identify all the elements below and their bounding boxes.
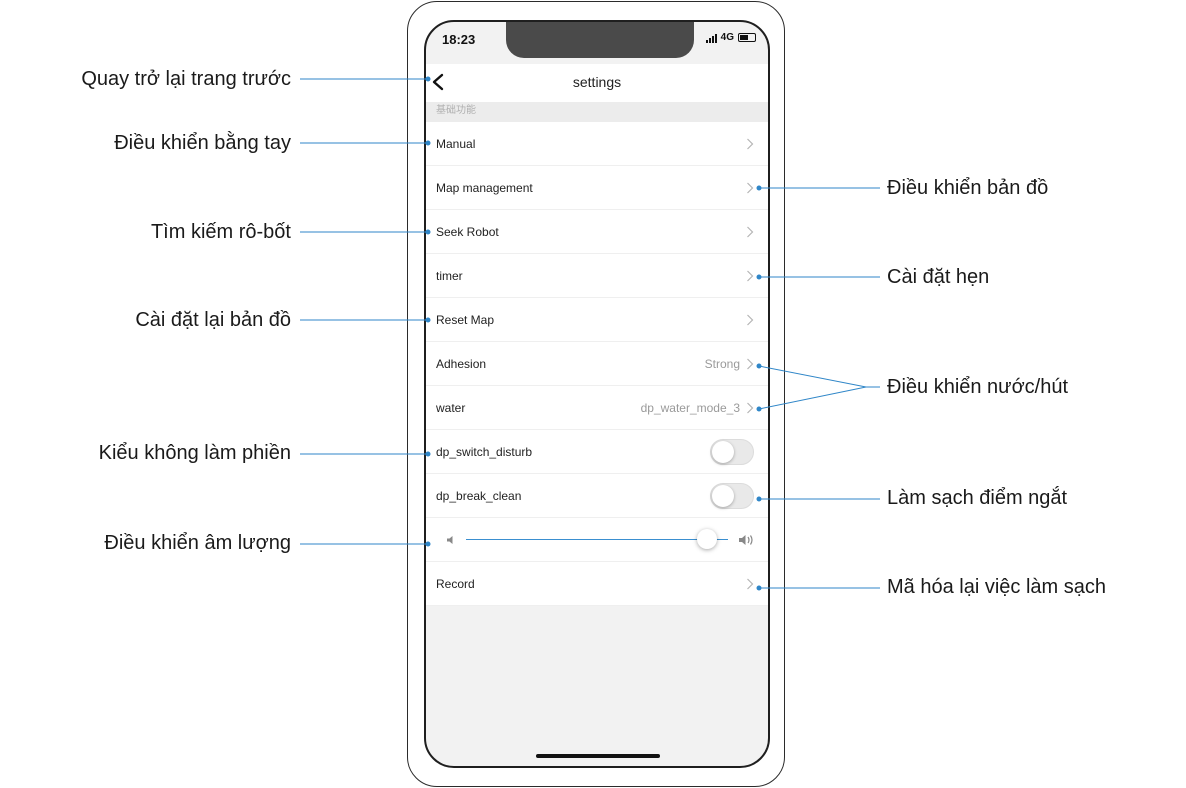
settings-row-manual[interactable]: Manual [426, 122, 768, 166]
settings-row-water[interactable]: water dp_water_mode_3 [426, 386, 768, 430]
annotation-manual: Điều khiển bằng tay [114, 132, 291, 154]
volume-slider-row[interactable] [426, 518, 768, 562]
chevron-right-icon [747, 270, 754, 281]
settings-row-timer[interactable]: timer [426, 254, 768, 298]
chevron-right-icon [747, 578, 754, 589]
chevron-right-icon [747, 358, 754, 369]
home-indicator[interactable] [536, 754, 660, 758]
row-label: water [436, 400, 466, 415]
annotation-break-clean: Làm sạch điểm ngắt [887, 487, 1068, 509]
settings-row-adhesion[interactable]: Adhesion Strong [426, 342, 768, 386]
settings-row-map-management[interactable]: Map management [426, 166, 768, 210]
page-title: settings [572, 74, 622, 90]
annotation-record: Mã hóa lại việc làm sạch [887, 576, 1106, 598]
chevron-right-icon [747, 182, 754, 193]
annotation-timer: Cài đặt hẹn [887, 266, 990, 288]
row-label: Seek Robot [436, 224, 499, 239]
settings-row-dp-break-clean[interactable]: dp_break_clean [426, 474, 768, 518]
annotation-volume: Điều khiển âm lượng [104, 532, 291, 554]
annotation-water-suction: Điều khiển nước/hút [887, 376, 1069, 398]
network-label: 4G [720, 32, 734, 43]
row-label: Map management [436, 180, 533, 195]
annotation-back: Quay trở lại trang trước [81, 68, 291, 90]
row-label: dp_break_clean [436, 488, 522, 503]
settings-row-dp-switch-disturb[interactable]: dp_switch_disturb [426, 430, 768, 474]
volume-slider-track[interactable] [466, 529, 728, 549]
chevron-right-icon [747, 402, 754, 413]
settings-row-record[interactable]: Record [426, 562, 768, 606]
volume-high-icon [739, 534, 753, 545]
toggle-switch[interactable] [710, 438, 754, 465]
settings-row-reset-map[interactable]: Reset Map [426, 298, 768, 342]
toggle-switch[interactable] [710, 482, 754, 509]
status-time: 18:23 [442, 32, 476, 47]
signal-icon [705, 33, 717, 43]
row-label: Reset Map [436, 312, 495, 327]
nav-header: settings [426, 64, 768, 102]
chevron-right-icon [747, 138, 754, 149]
row-label: Adhesion [436, 356, 487, 371]
row-label: Manual [436, 136, 476, 151]
row-label: dp_switch_disturb [436, 444, 533, 459]
annotation-seek-robot: Tìm kiếm rô-bốt [150, 221, 291, 243]
annotation-map-management: Điều khiển bản đồ [887, 177, 1049, 199]
row-value: Strong [704, 356, 740, 371]
section-label: 基础功能 [426, 102, 768, 122]
annotation-reset-map: Cài đặt lại bản đồ [135, 309, 291, 331]
volume-low-icon [447, 535, 453, 544]
phone-screen: 18:23 4G settings 基础功能 Manual Map managem… [424, 20, 770, 768]
volume-slider-knob[interactable] [697, 529, 718, 549]
status-indicators: 4G [705, 32, 756, 43]
row-value: dp_water_mode_3 [640, 400, 740, 415]
chevron-right-icon [747, 314, 754, 325]
settings-row-seek-robot[interactable]: Seek Robot [426, 210, 768, 254]
settings-list: Manual Map management Seek Robot timer Reset… [426, 122, 768, 606]
row-label: Record [436, 576, 475, 591]
chevron-right-icon [747, 226, 754, 237]
phone-notch [506, 22, 694, 58]
battery-icon [738, 33, 756, 42]
row-label: timer [436, 268, 463, 283]
annotation-do-not-disturb: Kiểu không làm phiền [98, 442, 291, 464]
